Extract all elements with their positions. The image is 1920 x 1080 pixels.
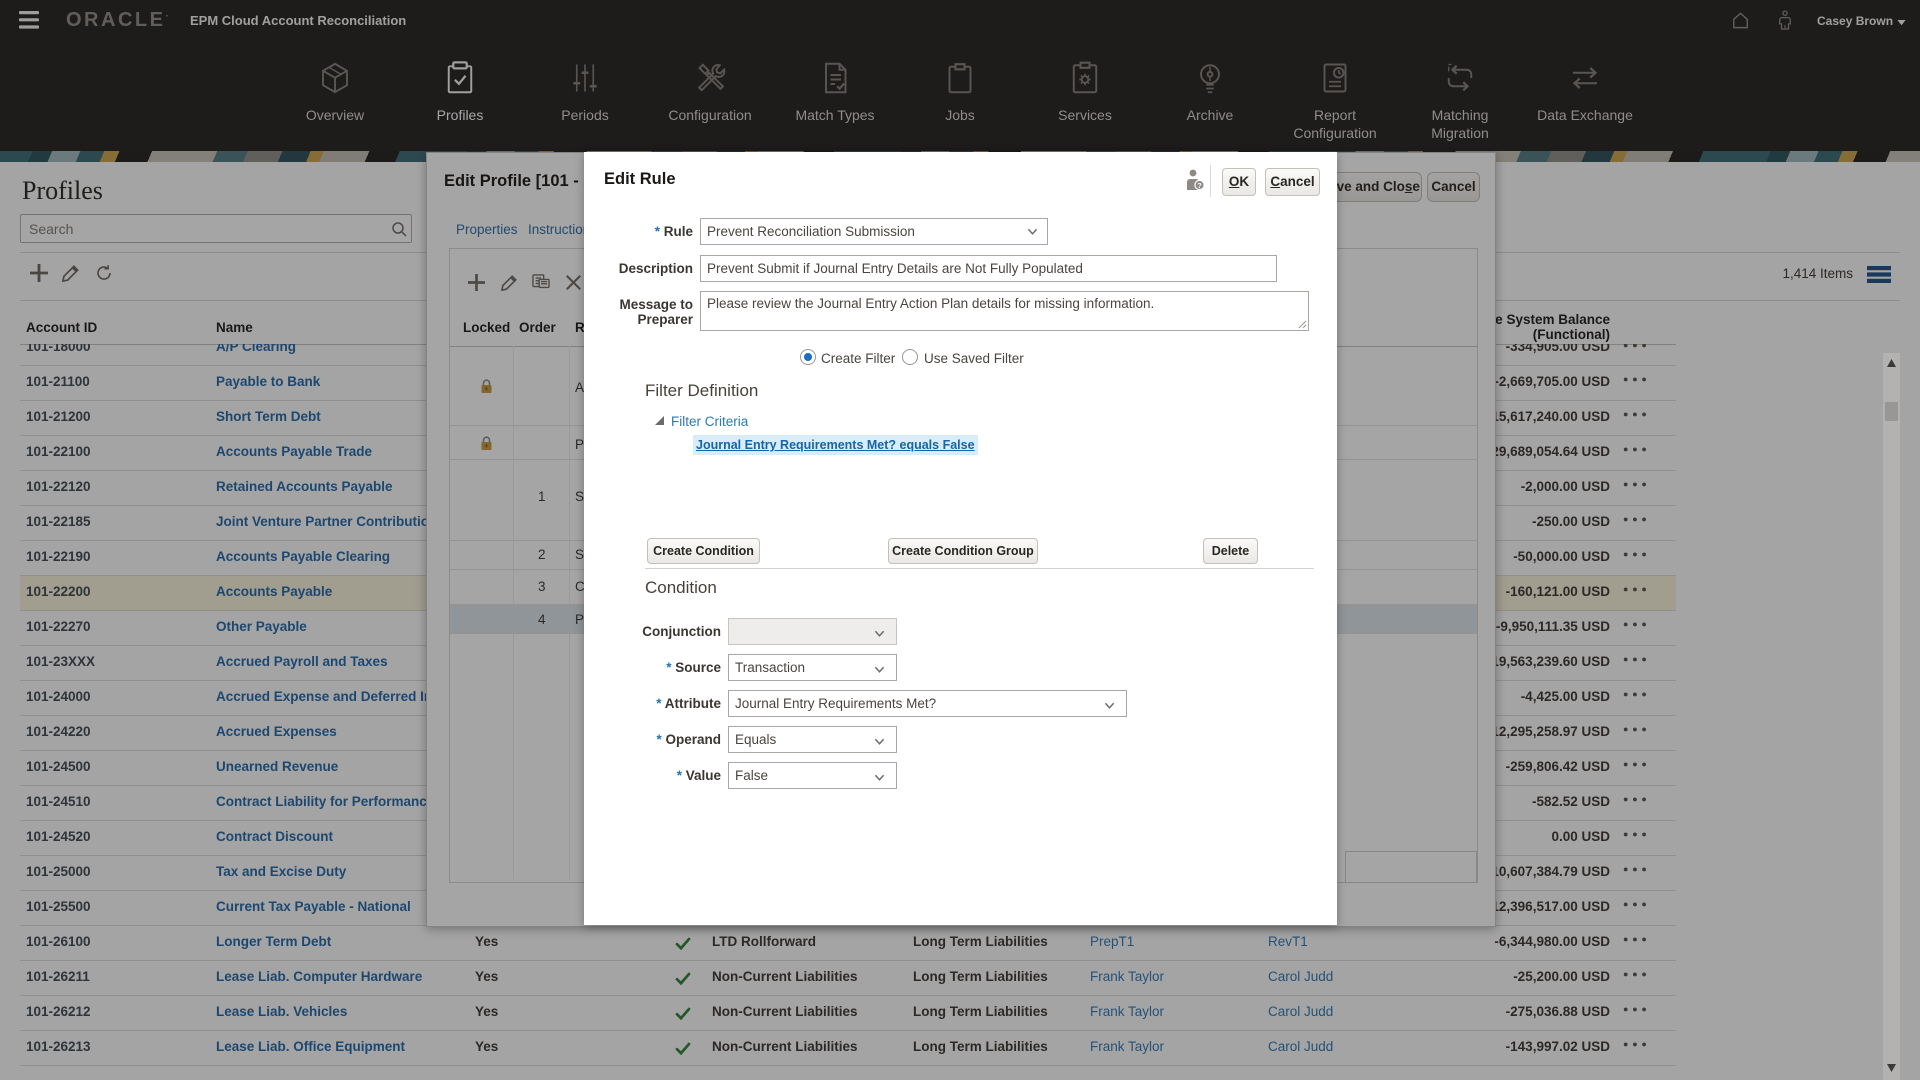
svg-text:?: ? — [1197, 181, 1202, 190]
